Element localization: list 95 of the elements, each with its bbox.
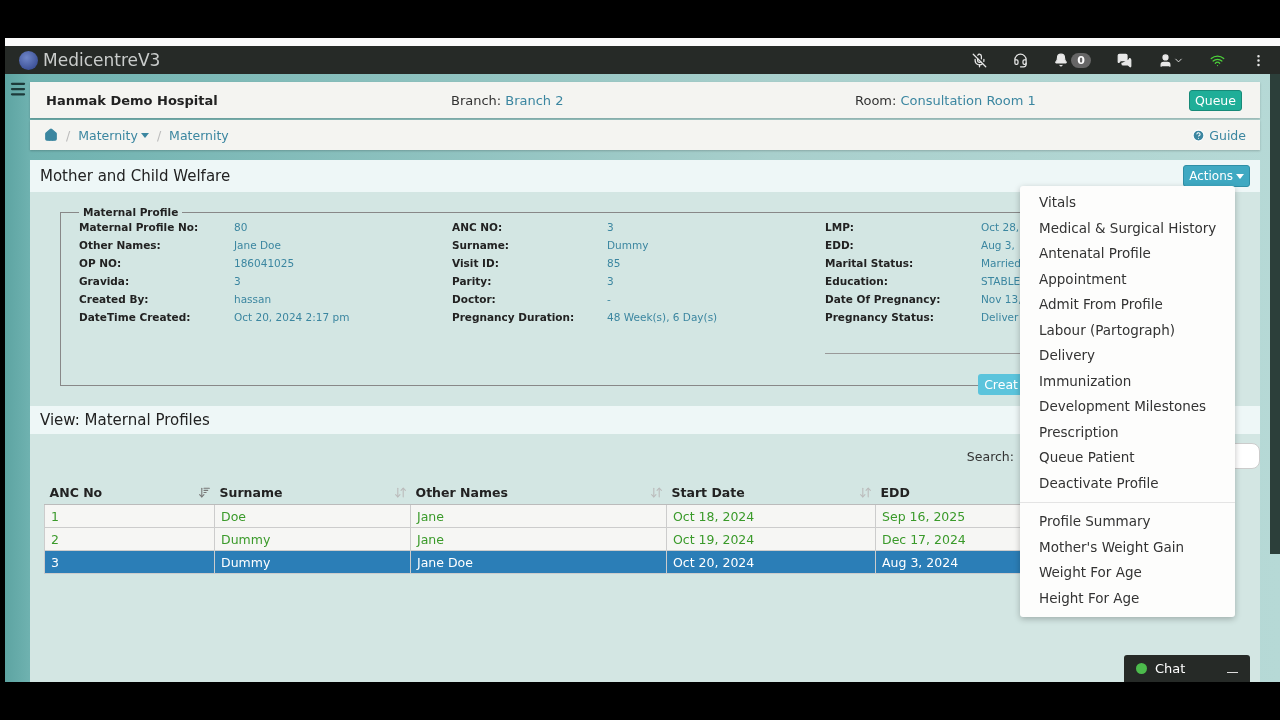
field-value: 80 [234,220,249,235]
menu-item[interactable]: Delivery [1020,343,1235,369]
column-header[interactable]: Start Date [666,480,876,505]
table-cell: Jane [410,527,667,551]
menu-item[interactable]: Immunization [1020,368,1235,394]
menu-item[interactable]: Appointment [1020,266,1235,292]
table-cell: 1 [44,504,215,528]
breadcrumb-separator: / [66,127,71,143]
menu-item[interactable]: Development Milestones [1020,394,1235,420]
caret-icon [1236,173,1244,179]
menu-item[interactable]: Height For Age [1020,585,1235,611]
user-menu-icon[interactable] [1158,52,1184,68]
field-label: Other Names: [79,238,162,253]
table-cell: Doe [214,504,411,528]
table-cell: Jane [410,504,667,528]
field-label: Parity: [452,274,493,289]
field-label: DateTime Created: [79,310,192,325]
table-cell: Oct 18, 2024 [666,504,876,528]
hospital-name: Hanmak Demo Hospital [46,92,219,108]
field-label: ANC NO: [452,220,504,235]
menu-item[interactable]: Labour (Partograph) [1020,317,1235,343]
column-header[interactable]: Surname [214,480,411,505]
field-label: EDD: [825,238,855,253]
caret-icon [140,132,149,138]
guide-link[interactable]: Guide [1192,127,1246,143]
field-value: - [607,292,612,307]
table-cell: Oct 19, 2024 [666,527,876,551]
field-value: Nov 13, [981,292,1023,307]
field-value: Deliver [981,310,1020,325]
chat-label: Chat [1155,661,1186,676]
table-cell: 3 [44,550,215,574]
scrollbar[interactable] [1270,74,1280,554]
field-label: OP NO: [79,256,123,271]
table-cell: Dummy [214,550,411,574]
field-value: Dummy [607,238,650,253]
home-icon[interactable] [44,128,58,142]
menu-icon[interactable] [8,80,27,98]
field-label: Doctor: [452,292,497,307]
field-value: 186041025 [234,256,296,271]
field-label: Created By: [79,292,150,307]
mic-off-icon[interactable] [972,52,988,68]
field-label: Gravida: [79,274,131,289]
chat-bubbles-icon[interactable] [1117,52,1132,68]
headset-icon[interactable] [1013,52,1029,68]
field-label: Marital Status: [825,256,915,271]
menu-item[interactable]: Queue Patient [1020,445,1235,471]
room-value: Consultation Room 1 [900,92,1036,108]
branch-label: Branch: [451,92,502,108]
field-label: Pregnancy Status: [825,310,935,325]
field-value: Oct 28, [981,220,1021,235]
field-value: 3 [607,220,615,235]
bell-icon[interactable] [1054,53,1069,67]
menu-item[interactable]: Vitals [1020,190,1235,216]
breadcrumb-link[interactable]: Maternity [78,127,149,143]
menu-item[interactable]: Deactivate Profile [1020,470,1235,496]
help-icon [1192,128,1206,142]
menu-item[interactable]: Prescription [1020,419,1235,445]
field-value: STABLE [981,274,1022,289]
field-value: Oct 20, 2024 2:17 pm [234,310,351,325]
field-value: Aug 3, [981,238,1016,253]
menu-item[interactable]: Medical & Surgical History [1020,215,1235,241]
field-label: Surname: [452,238,511,253]
table-cell: Dummy [214,527,411,551]
list-title: View: Maternal Profiles [40,411,210,429]
app-name: MedicentreV3 [43,50,162,70]
breadcrumb-separator: / [156,127,162,143]
table-cell: 2 [44,527,215,551]
field-value: hassan [234,292,273,307]
field-label: Date Of Pregnancy: [825,292,942,307]
field-value: 85 [607,256,622,271]
column-header[interactable]: Other Names [410,480,667,505]
column-header[interactable]: ANC No [44,480,215,505]
breadcrumb-link[interactable]: Maternity [169,127,229,143]
search-label: Search: [966,448,1014,464]
field-label: LMP: [825,220,856,235]
field-label: Maternal Profile No: [79,220,200,235]
field-value: 48 Week(s), 6 Day(s) [607,310,719,325]
table-cell: Jane Doe [410,550,667,574]
fieldset-legend: Maternal Profile [79,206,183,218]
branch-value: Branch 2 [505,92,564,108]
logo-icon [19,50,38,70]
chat-widget[interactable]: Chat [1124,655,1250,682]
menu-item[interactable]: Admit From Profile [1020,292,1235,318]
field-label: Visit ID: [452,256,500,271]
field-value: Married [981,256,1022,271]
room-label: Room: [855,92,897,108]
field-value: Jane Doe [234,238,282,253]
field-label: Education: [825,274,889,289]
panel-title: Mother and Child Welfare [40,167,231,185]
field-value: 3 [607,274,615,289]
notification-count: 0 [1071,52,1091,68]
field-value: 3 [234,274,242,289]
menu-item[interactable]: Antenatal Profile [1020,241,1235,267]
field-label: Pregnancy Duration: [452,310,576,325]
table-cell: Oct 20, 2024 [666,550,876,574]
